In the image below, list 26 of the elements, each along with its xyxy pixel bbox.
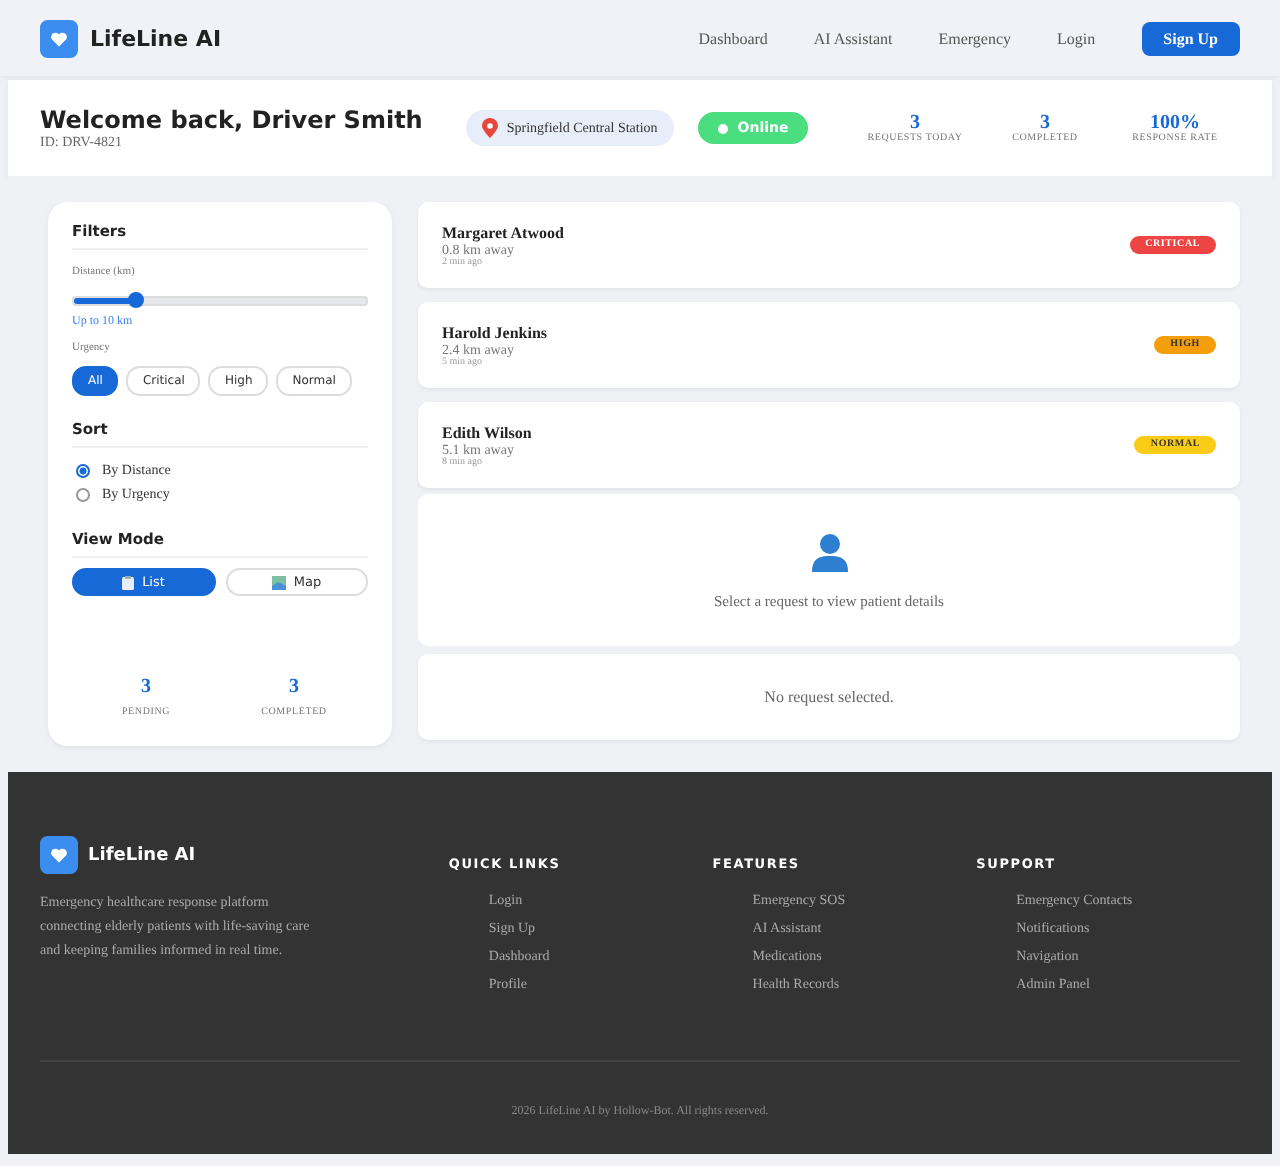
radio-button[interactable] <box>76 487 90 501</box>
pin-icon <box>482 118 499 138</box>
sign-up-button[interactable]: Sign Up <box>1141 21 1240 55</box>
status-text: No request selected. <box>764 688 894 706</box>
map-icon <box>271 575 286 589</box>
logo-icon <box>40 19 78 57</box>
stat-value: 3 <box>910 112 920 134</box>
nav-link[interactable]: Emergency <box>938 29 1012 47</box>
patient-name: Margaret Atwood <box>442 223 564 241</box>
nav-link[interactable]: Dashboard <box>698 29 768 47</box>
brand-name: LifeLine AI <box>90 25 222 51</box>
brand-name: LifeLine AI <box>88 845 196 865</box>
radio-button[interactable] <box>76 463 90 477</box>
patient-name: Edith Wilson <box>442 423 532 441</box>
logo-icon <box>40 836 78 874</box>
nav-link[interactable]: AI Assistant <box>813 29 893 47</box>
stat-value: 3 <box>141 676 151 698</box>
nav-link[interactable]: Login <box>1057 29 1096 47</box>
stat-value: 100% <box>1150 112 1200 134</box>
stat-value: 3 <box>1040 112 1050 134</box>
person-icon <box>809 531 849 571</box>
clipboard-icon <box>122 575 135 589</box>
stat-value: 3 <box>289 676 299 698</box>
patient-name: Harold Jenkins <box>442 323 548 341</box>
welcome-title: Welcome back, Driver Smith <box>40 106 423 134</box>
distance-slider[interactable] <box>72 296 368 306</box>
